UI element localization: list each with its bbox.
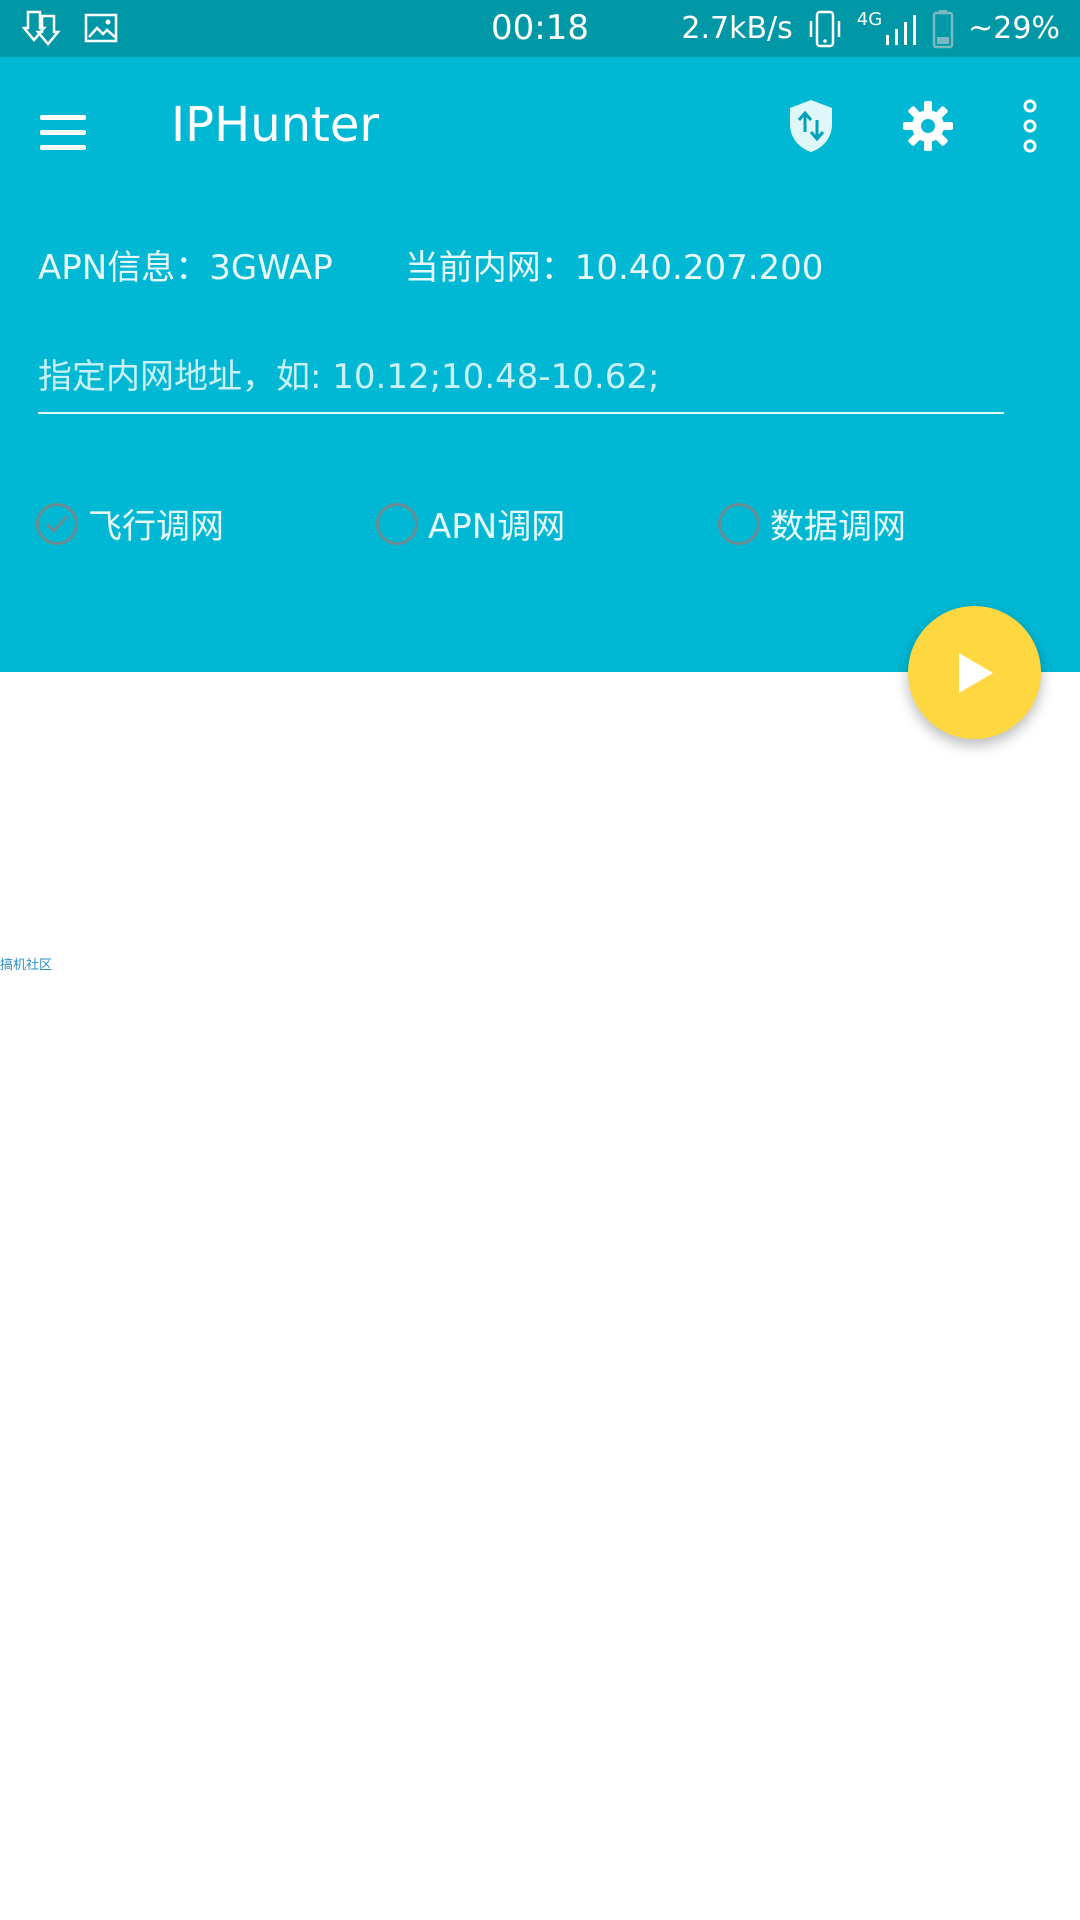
watermark-text: 搞机社区 — [0, 958, 53, 973]
vibrate-icon — [809, 10, 841, 47]
app-header: IPHunter APN信息：3GWAP 当前内网：10.40.207.200 … — [0, 57, 1080, 672]
signal-indicator: 4G — [856, 8, 918, 47]
status-bar: 00:18 2.7kB/s 4G ~29% — [0, 0, 1080, 57]
battery-icon — [932, 9, 954, 48]
shield-transfer-icon[interactable] — [780, 95, 842, 157]
lan-ip-info: 当前内网：10.40.207.200 — [404, 248, 824, 288]
signal-icon — [886, 14, 917, 45]
radio-unchecked-icon[interactable] — [376, 502, 418, 545]
network-type: 4G — [856, 8, 883, 30]
battery-level: ~29% — [968, 11, 1060, 46]
mode-options: 飞行调网 APN调网 数据调网 — [36, 499, 1046, 557]
status-right: 2.7kB/s 4G ~29% — [681, 0, 1060, 57]
option-label: APN调网 — [428, 507, 566, 547]
option-airplane-mode[interactable]: 飞行调网 — [36, 499, 224, 548]
network-speed: 2.7kB/s — [681, 11, 793, 46]
radio-unchecked-icon[interactable] — [718, 502, 760, 545]
play-icon — [958, 652, 993, 693]
app-title: IPHunter — [171, 97, 380, 153]
menu-icon[interactable] — [40, 105, 94, 159]
start-fab-button[interactable] — [908, 606, 1041, 739]
option-label: 数据调网 — [770, 507, 906, 547]
ip-range-input[interactable] — [38, 342, 1004, 414]
apn-info: APN信息：3GWAP — [38, 248, 333, 288]
option-label: 飞行调网 — [88, 507, 224, 547]
gear-icon[interactable] — [897, 95, 959, 157]
option-data-mode[interactable]: 数据调网 — [718, 499, 906, 548]
network-info: APN信息：3GWAP 当前内网：10.40.207.200 — [38, 240, 823, 289]
radio-checked-icon[interactable] — [36, 502, 78, 545]
more-vert-icon[interactable] — [1000, 95, 1060, 157]
option-apn-mode[interactable]: APN调网 — [376, 499, 565, 548]
